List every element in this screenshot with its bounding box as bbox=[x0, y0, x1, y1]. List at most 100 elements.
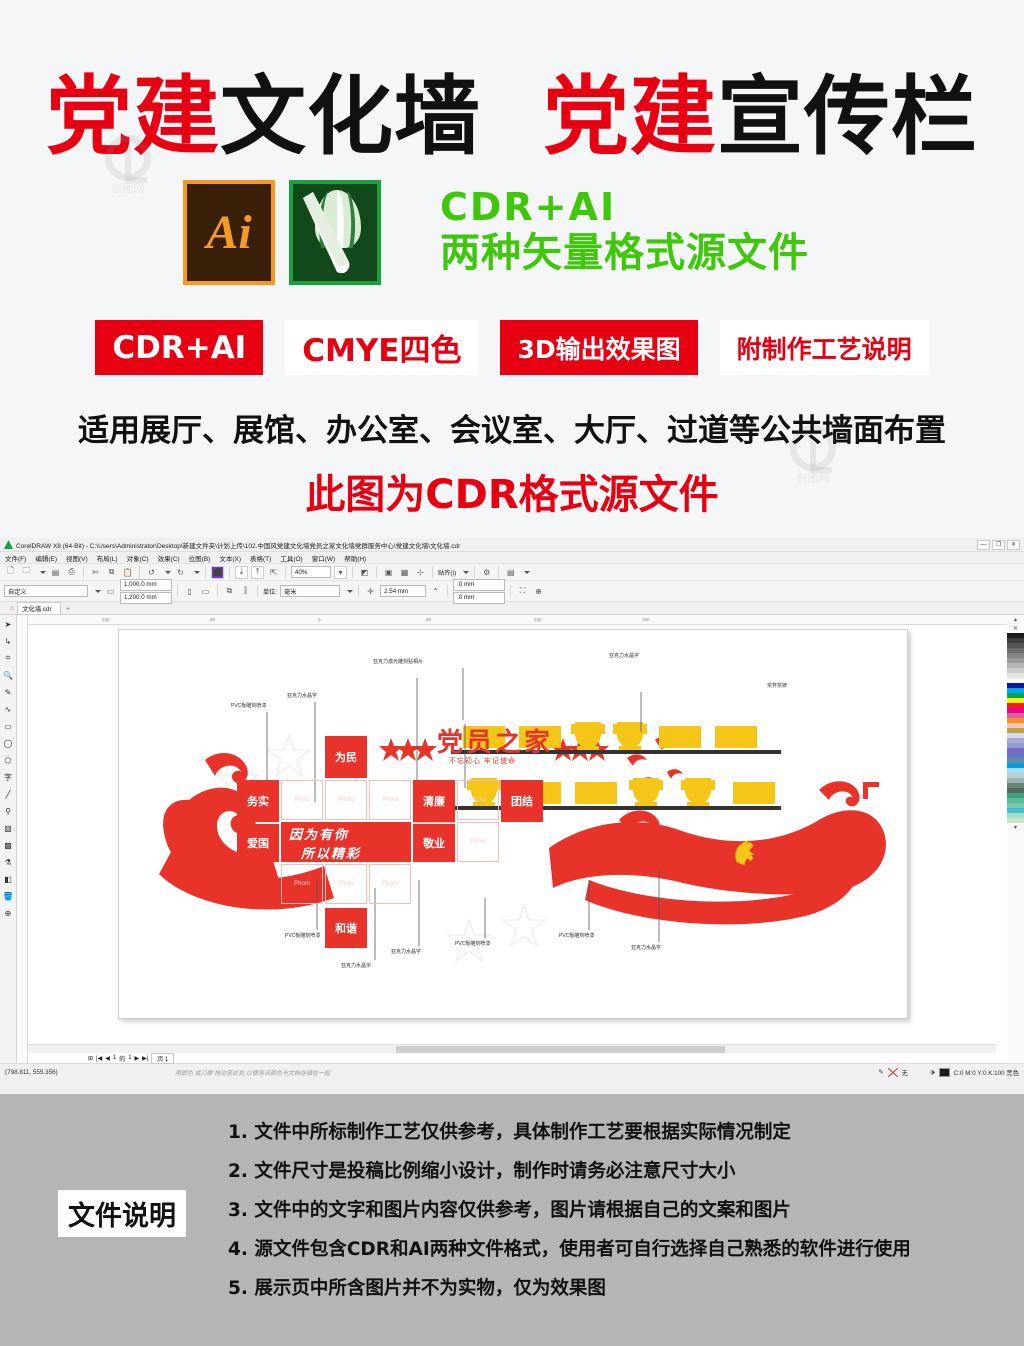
shape-tool-icon[interactable]: ↳ bbox=[1, 634, 15, 648]
nudge-offset-input[interactable]: 2.54 mm bbox=[380, 585, 427, 597]
photo-placeholder[interactable]: Photo bbox=[369, 864, 411, 904]
photo-placeholder[interactable]: Photo bbox=[281, 780, 323, 820]
units-select[interactable]: 毫米 bbox=[280, 585, 341, 597]
maximize-button[interactable]: ❐ bbox=[992, 539, 1005, 550]
current-page-icon[interactable]: ⫿ bbox=[239, 585, 252, 598]
view-layout-icon[interactable]: ▣ bbox=[382, 566, 395, 579]
page-preset-select[interactable]: 自定义 bbox=[4, 585, 88, 597]
photo-placeholder[interactable]: Photo bbox=[281, 864, 323, 904]
menu-item-edit[interactable]: 编辑(E) bbox=[35, 553, 57, 563]
photo-placeholder[interactable]: Photo bbox=[457, 780, 499, 820]
crop-tool-icon[interactable]: ⌗ bbox=[1, 651, 15, 665]
add-page-button[interactable]: ⊞ bbox=[88, 1055, 93, 1062]
first-page-button[interactable]: |◀ bbox=[96, 1055, 102, 1062]
menu-item-window[interactable]: 窗口(W) bbox=[312, 553, 335, 563]
publish-pdf-icon[interactable]: ⬛ bbox=[211, 565, 224, 579]
copy-icon[interactable]: ⧉ bbox=[105, 566, 118, 579]
launcher-chevron-down-icon[interactable] bbox=[524, 570, 531, 574]
menu-item-effects[interactable]: 效果(C) bbox=[158, 553, 180, 563]
guidelines-icon[interactable]: ⊹ bbox=[414, 566, 427, 579]
photo-placeholder[interactable]: Photo bbox=[369, 780, 411, 820]
page-tab-1[interactable]: 页 1 bbox=[151, 1052, 175, 1064]
zoom-chevron-down-icon[interactable]: ▾ bbox=[334, 565, 347, 579]
menu-item-text[interactable]: 文本(X) bbox=[219, 553, 241, 563]
color-palette[interactable]: ▴ ✕ ▾ bbox=[1007, 615, 1024, 1063]
virtue-box-aiguo[interactable]: 爱国 bbox=[237, 824, 279, 862]
virtue-box-hexie[interactable]: 和谐 bbox=[325, 908, 367, 948]
ellipse-tool-icon[interactable]: ◯ bbox=[1, 736, 15, 750]
parallel-dimension-tool-icon[interactable]: ╱ bbox=[1, 787, 15, 801]
scrollbar-thumb[interactable] bbox=[395, 1046, 725, 1053]
pick-tool-icon[interactable]: ➤ bbox=[1, 617, 15, 631]
page-width-input[interactable]: 1,000.0 mm bbox=[120, 578, 172, 591]
options-gear-icon[interactable]: ⚙ bbox=[480, 566, 493, 579]
new-document-tab-button[interactable]: + bbox=[66, 604, 71, 613]
virtue-box-qinglian[interactable]: 清廉 bbox=[413, 780, 455, 822]
palette-nofill-icon[interactable]: ✕ bbox=[1007, 624, 1024, 633]
smart-fill-tool-icon[interactable]: 🪣 bbox=[1, 889, 15, 903]
drop-shadow-tool-icon[interactable]: ▧ bbox=[1, 821, 15, 835]
virtue-box-weimin[interactable]: 为民 bbox=[325, 736, 367, 778]
snap-chevron-down-icon[interactable] bbox=[463, 570, 470, 574]
menu-item-layout[interactable]: 布局(L) bbox=[97, 553, 118, 563]
cut-icon[interactable]: ✄ bbox=[89, 566, 102, 579]
transparency-tool-icon[interactable]: ▩ bbox=[1, 838, 15, 852]
photo-placeholder[interactable]: Photo bbox=[457, 822, 499, 862]
duplicate-x-input[interactable]: .0 mm bbox=[453, 578, 506, 591]
page-height-input[interactable]: 1,200.0 mm bbox=[120, 591, 172, 604]
import-icon[interactable]: ⤓ bbox=[235, 565, 248, 579]
application-launcher-icon[interactable]: ▤ bbox=[504, 566, 517, 579]
grid-icon[interactable]: ▦ bbox=[398, 566, 411, 579]
quick-customize-icon[interactable]: ⊕ bbox=[1, 906, 15, 920]
virtue-box-tuanjie[interactable]: 团结 bbox=[501, 780, 543, 822]
paste-icon[interactable]: 📋 bbox=[121, 566, 134, 579]
duplicate-y-input[interactable]: .0 mm bbox=[453, 591, 506, 604]
redo-chevron-down-icon[interactable] bbox=[194, 570, 200, 574]
redo-icon[interactable]: ↻ bbox=[174, 566, 187, 579]
text-tool-icon[interactable]: 字 bbox=[1, 770, 15, 784]
portrait-orientation-icon[interactable]: ▯ bbox=[183, 585, 196, 598]
next-page-button[interactable]: ▶ bbox=[135, 1055, 140, 1062]
home-icon[interactable]: ⌂ bbox=[10, 605, 14, 612]
print-icon[interactable]: ⎙ bbox=[65, 566, 78, 579]
nudge-spinner-icon[interactable]: ⌃ bbox=[429, 585, 442, 598]
menu-item-table[interactable]: 表格(T) bbox=[250, 553, 271, 563]
minimize-button[interactable]: — bbox=[977, 539, 990, 550]
export-to-icon[interactable]: ⇱ bbox=[267, 566, 280, 579]
photo-placeholder[interactable]: Photo bbox=[325, 780, 367, 820]
connector-tool-icon[interactable]: ⚲ bbox=[1, 804, 15, 818]
open-chevron-down-icon[interactable] bbox=[40, 570, 46, 574]
save-icon[interactable]: ▤ bbox=[49, 566, 62, 579]
color-eyedropper-tool-icon[interactable]: ⚗ bbox=[1, 855, 15, 869]
interactive-fill-tool-icon[interactable]: ◧ bbox=[1, 872, 15, 886]
options-plus-icon[interactable]: ⊕ bbox=[532, 585, 545, 598]
artistic-media-tool-icon[interactable]: ∿ bbox=[1, 702, 15, 716]
zoom-tool-icon[interactable]: 🔍 bbox=[1, 668, 15, 682]
snap-to-label[interactable]: 贴齐(I) bbox=[438, 568, 456, 577]
fullscreen-preview-icon[interactable]: ◩ bbox=[358, 566, 371, 579]
menu-item-bitmaps[interactable]: 位图(B) bbox=[189, 553, 211, 563]
export-icon[interactable]: ⤒ bbox=[251, 565, 264, 579]
virtue-box-wushi[interactable]: 务实 bbox=[237, 780, 279, 822]
document-tab[interactable]: 文化墙.cdr bbox=[17, 602, 61, 614]
photo-placeholder[interactable]: Photo bbox=[325, 864, 367, 904]
menu-item-view[interactable]: 视图(V) bbox=[66, 553, 88, 563]
menu-item-tools[interactable]: 工具(O) bbox=[280, 553, 302, 563]
undo-icon[interactable]: ↺ bbox=[145, 566, 158, 579]
units-chevron-down-icon[interactable] bbox=[347, 589, 354, 593]
drawing-canvas[interactable]: PVC板雕刻喷漆 亚克力水晶字 亚克力激光雕刻贴相片 亚克力水晶字 奖杯奖牌 P… bbox=[28, 625, 996, 1041]
current-page-number[interactable]: 1 bbox=[113, 1055, 116, 1061]
menu-item-file[interactable]: 文件(F) bbox=[5, 553, 26, 563]
artboard[interactable]: PVC板雕刻喷漆 亚克力水晶字 亚克力激光雕刻贴相片 亚克力水晶字 奖杯奖牌 P… bbox=[118, 629, 908, 1019]
freehand-tool-icon[interactable]: ✎ bbox=[1, 685, 15, 699]
prev-page-button[interactable]: ◀ bbox=[105, 1055, 110, 1062]
virtue-box-jingye[interactable]: 敬业 bbox=[413, 824, 455, 862]
new-icon[interactable]: 🗋 bbox=[4, 566, 17, 579]
rectangle-tool-icon[interactable]: ▭ bbox=[1, 719, 15, 733]
zoom-level-input[interactable]: 40% bbox=[291, 566, 331, 578]
menu-item-help[interactable]: 帮助(H) bbox=[344, 553, 366, 563]
landscape-orientation-icon[interactable]: ▭ bbox=[199, 585, 212, 598]
treat-as-filled-icon[interactable]: ⛶ bbox=[516, 585, 529, 598]
page-preset-chevron-down-icon[interactable] bbox=[95, 589, 101, 593]
all-pages-icon[interactable]: ⧉ bbox=[223, 585, 236, 598]
